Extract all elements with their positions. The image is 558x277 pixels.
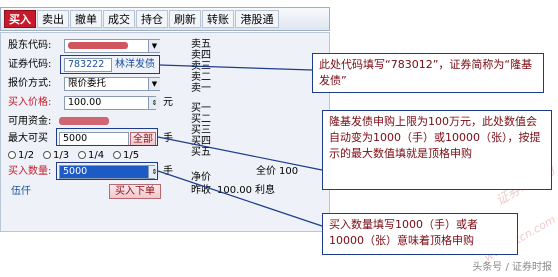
source-credit: 头条号 / 证券时报 bbox=[472, 262, 552, 273]
callout-max: 隆基发债申购上限为100万元，此处数值会自动变为1000（手）或10000（张）… bbox=[322, 110, 552, 190]
callout-code: 此处代码填写“783012”，证券简称为“隆基发债” bbox=[312, 53, 544, 93]
callout-qty: 买入数量填写1000（手）或者10000（张）意味着顶格申购 bbox=[322, 213, 518, 255]
